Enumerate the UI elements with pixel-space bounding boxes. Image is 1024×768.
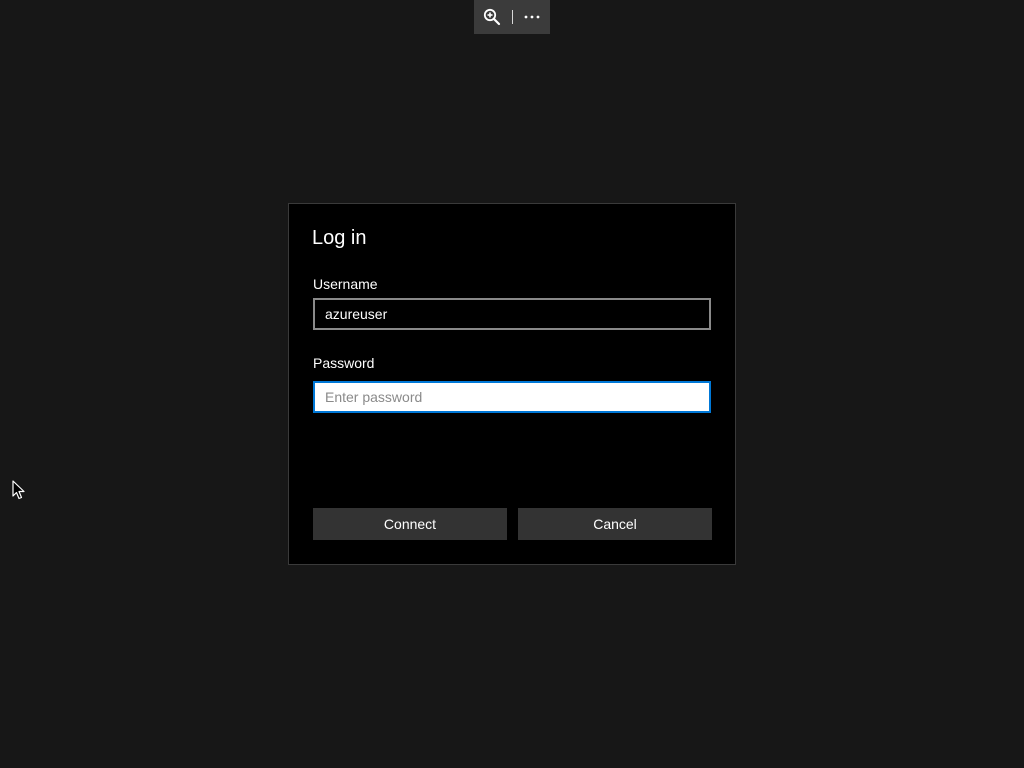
password-field[interactable] xyxy=(313,381,711,413)
more-options-icon xyxy=(524,15,540,19)
zoom-in-icon xyxy=(483,8,501,26)
dialog-title: Log in xyxy=(312,227,367,249)
username-field[interactable] xyxy=(313,298,711,330)
more-options-button[interactable] xyxy=(522,7,542,27)
remote-desktop-screen: Log in Username Password Connect Cancel xyxy=(0,0,1024,768)
mouse-pointer-icon xyxy=(12,480,25,500)
zoom-button[interactable] xyxy=(482,7,502,27)
connection-toolbar xyxy=(474,0,550,34)
login-dialog: Log in Username Password Connect Cancel xyxy=(288,203,736,565)
cancel-button[interactable]: Cancel xyxy=(518,508,712,540)
password-label: Password xyxy=(313,355,375,371)
username-label: Username xyxy=(313,276,378,292)
connect-button[interactable]: Connect xyxy=(313,508,507,540)
toolbar-separator xyxy=(511,10,513,24)
